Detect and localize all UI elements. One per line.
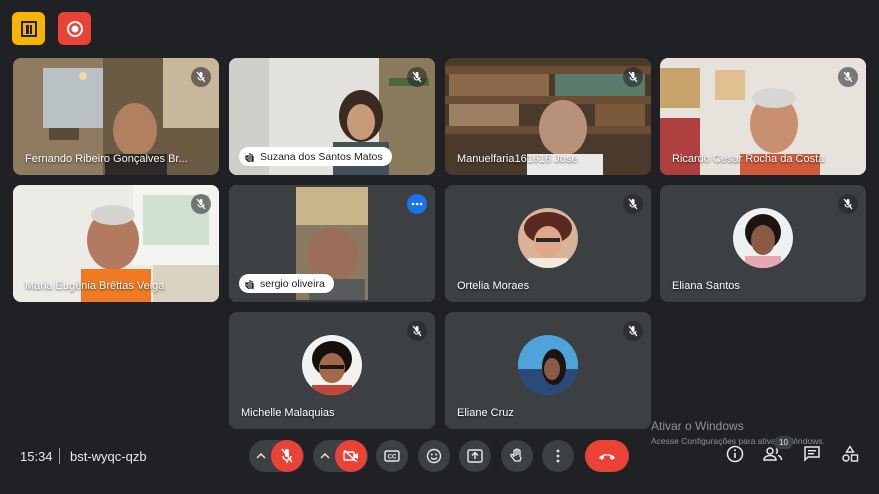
meeting-code: bst-wyqc-qzb — [70, 449, 147, 464]
participant-name: Maria Eugênia Brêttas Veiga — [25, 280, 165, 292]
chat-button[interactable] — [800, 442, 824, 466]
call-end-icon — [599, 454, 615, 460]
camera-toggle-button[interactable] — [335, 440, 367, 472]
brand-logo-button[interactable] — [12, 12, 45, 45]
participant-name: Suzana dos Santos Matos — [260, 150, 383, 163]
mic-off-icon — [623, 67, 643, 87]
closed-captions-icon: CC — [384, 450, 400, 462]
more-options-button[interactable] — [407, 194, 427, 214]
mic-options-button[interactable] — [251, 440, 271, 472]
participant-tile[interactable]: Ricardo Cesar Rocha da Costa — [660, 58, 866, 175]
mic-off-icon — [191, 194, 211, 214]
bottom-bar: 15:34 bst-wyqc-qzb CC — [0, 430, 879, 494]
participant-name: Ortelia Moraes — [457, 280, 530, 292]
clock: 15:34 — [20, 449, 53, 464]
participant-tile[interactable]: Michelle Malaquias — [229, 312, 435, 429]
present-screen-button[interactable] — [459, 440, 491, 472]
more-options-button[interactable] — [542, 440, 574, 472]
mic-off-icon — [623, 321, 643, 341]
participant-name-pill: sergio oliveira — [239, 274, 334, 293]
participant-tile[interactable]: Suzana dos Santos Matos — [229, 58, 435, 175]
participant-tile[interactable]: Maria Eugênia Brêttas Veiga — [13, 185, 219, 302]
avatar — [302, 334, 362, 395]
avatar — [518, 334, 578, 395]
captions-button[interactable]: CC — [376, 440, 408, 472]
reactions-button[interactable] — [418, 440, 450, 472]
meeting-details-button[interactable] — [723, 442, 747, 466]
present-to-all-icon — [467, 449, 483, 463]
brand-logo-icon — [20, 20, 37, 37]
chat-icon — [804, 446, 820, 462]
participant-name: Fernando Ribeiro Gonçalves Br... — [25, 153, 188, 165]
mic-off-icon — [191, 67, 211, 87]
participant-tile[interactable]: Eliana Santos — [660, 185, 866, 302]
leave-call-button[interactable] — [585, 440, 629, 472]
hand-icon — [510, 448, 522, 462]
participant-tile[interactable]: Fernando Ribeiro Gonçalves Br... — [13, 58, 219, 175]
participant-name-pill: Suzana dos Santos Matos — [239, 147, 392, 166]
participant-name: Manuelfaria161616 Jose — [457, 153, 578, 165]
videocam-off-icon — [343, 450, 358, 462]
participant-tile[interactable]: Eliane Cruz — [445, 312, 651, 429]
record-icon — [66, 20, 83, 37]
participant-name: Ricardo Cesar Rocha da Costa — [672, 153, 825, 165]
participants-count-badge: 10 — [774, 436, 793, 449]
participant-name: Eliane Cruz — [457, 407, 514, 419]
activities-button[interactable] — [838, 442, 862, 466]
more-vert-icon — [556, 449, 560, 463]
participant-name: Michelle Malaquias — [241, 407, 335, 419]
mic-off-icon — [623, 194, 643, 214]
participant-tile-active[interactable]: sergio oliveira — [229, 185, 435, 302]
hand-raised-icon — [245, 280, 254, 289]
mic-off-icon — [838, 194, 858, 214]
avatar — [518, 207, 578, 268]
mic-off-icon — [407, 67, 427, 87]
camera-options-button[interactable] — [315, 440, 335, 472]
activities-icon — [842, 445, 859, 462]
mic-off-icon — [838, 67, 858, 87]
participant-tile[interactable]: Ortelia Moraes — [445, 185, 651, 302]
participant-name: Eliana Santos — [672, 280, 740, 292]
participant-tile[interactable]: Manuelfaria161616 Jose — [445, 58, 651, 175]
svg-text:CC: CC — [388, 455, 397, 461]
avatar — [733, 207, 793, 268]
mic-off-icon — [407, 321, 427, 341]
chevron-up-icon — [320, 453, 330, 459]
info-icon — [726, 445, 744, 463]
mic-off-icon — [281, 448, 293, 463]
raise-hand-button[interactable] — [501, 440, 533, 472]
chevron-up-icon — [256, 453, 266, 459]
emoji-icon — [426, 448, 442, 464]
hand-raised-icon — [245, 153, 254, 162]
divider — [59, 448, 60, 464]
participant-name: sergio oliveira — [260, 277, 325, 290]
more-horiz-icon — [411, 202, 423, 206]
recording-button[interactable] — [58, 12, 91, 45]
mic-toggle-button[interactable] — [271, 440, 303, 472]
